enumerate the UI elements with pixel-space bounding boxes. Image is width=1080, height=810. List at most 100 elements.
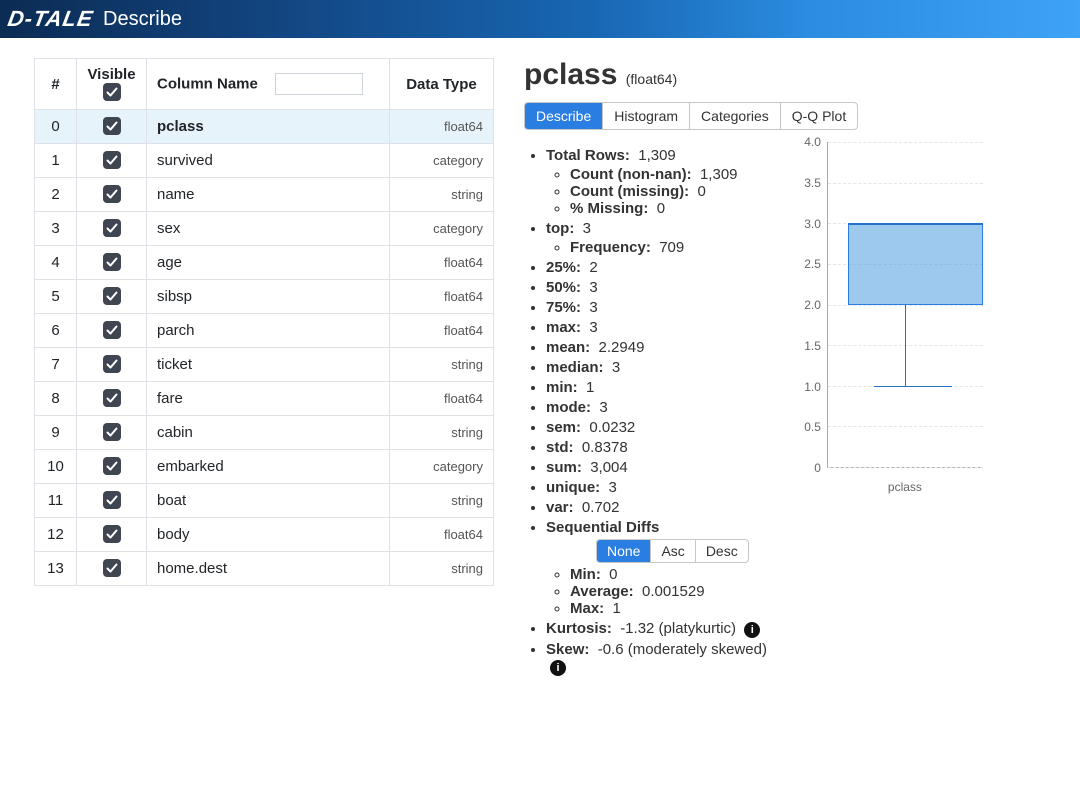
row-dtype: float64 bbox=[390, 382, 494, 416]
ytick-label: 0.5 bbox=[793, 420, 821, 434]
toggle-all-visible[interactable] bbox=[103, 83, 121, 101]
visible-checkbox[interactable] bbox=[103, 525, 121, 543]
row-colname: ticket bbox=[147, 348, 390, 382]
row-dtype: category bbox=[390, 450, 494, 484]
column-row[interactable]: 6 parchfloat64 bbox=[35, 314, 494, 348]
seq-sort-none[interactable]: None bbox=[597, 540, 651, 562]
th-visible: Visible bbox=[77, 59, 147, 110]
row-dtype: float64 bbox=[390, 314, 494, 348]
ytick-label: 2.0 bbox=[793, 298, 821, 312]
columns-table: # Visible Column Name Data Type 0pclassf… bbox=[34, 58, 494, 586]
column-row[interactable]: 5 sibspfloat64 bbox=[35, 280, 494, 314]
row-dtype: string bbox=[390, 552, 494, 586]
row-index: 0 bbox=[35, 110, 77, 144]
row-index: 6 bbox=[35, 314, 77, 348]
row-index: 11 bbox=[35, 484, 77, 518]
row-index: 10 bbox=[35, 450, 77, 484]
visible-checkbox[interactable] bbox=[103, 355, 121, 373]
row-dtype: string bbox=[390, 484, 494, 518]
row-index: 8 bbox=[35, 382, 77, 416]
th-dtype: Data Type bbox=[390, 59, 494, 110]
visible-checkbox[interactable] bbox=[103, 219, 121, 237]
row-colname: age bbox=[147, 246, 390, 280]
app-header: D-TALE Describe bbox=[0, 0, 1080, 38]
row-colname: parch bbox=[147, 314, 390, 348]
column-row[interactable]: 9 cabinstring bbox=[35, 416, 494, 450]
seq-sort-desc[interactable]: Desc bbox=[696, 540, 748, 562]
ytick-label: 3.5 bbox=[793, 176, 821, 190]
row-colname: sex bbox=[147, 212, 390, 246]
row-colname: boat bbox=[147, 484, 390, 518]
info-icon[interactable]: i bbox=[550, 660, 566, 676]
visible-checkbox[interactable] bbox=[103, 117, 121, 135]
row-index: 5 bbox=[35, 280, 77, 314]
row-dtype: float64 bbox=[390, 518, 494, 552]
row-dtype: string bbox=[390, 348, 494, 382]
visible-checkbox[interactable] bbox=[103, 253, 121, 271]
row-index: 2 bbox=[35, 178, 77, 212]
column-row[interactable]: 7 ticketstring bbox=[35, 348, 494, 382]
tab-describe[interactable]: Describe bbox=[525, 103, 603, 129]
column-row[interactable]: 0pclassfloat64 bbox=[35, 110, 494, 144]
ytick-label: 3.0 bbox=[793, 217, 821, 231]
row-dtype: category bbox=[390, 212, 494, 246]
visible-checkbox[interactable] bbox=[103, 185, 121, 203]
row-colname: sibsp bbox=[147, 280, 390, 314]
row-colname: name bbox=[147, 178, 390, 212]
row-colname: body bbox=[147, 518, 390, 552]
tab-categories[interactable]: Categories bbox=[690, 103, 781, 129]
visible-checkbox[interactable] bbox=[103, 287, 121, 305]
column-row[interactable]: 4 agefloat64 bbox=[35, 246, 494, 280]
seq-sort-buttons: NoneAscDesc bbox=[596, 539, 749, 563]
boxplot-chart: pclass 00.51.01.52.02.53.03.54.0 bbox=[793, 138, 983, 498]
row-colname: home.dest bbox=[147, 552, 390, 586]
ytick-label: 4.0 bbox=[793, 135, 821, 149]
visible-checkbox[interactable] bbox=[103, 151, 121, 169]
info-icon[interactable]: i bbox=[744, 622, 760, 638]
row-dtype: float64 bbox=[390, 246, 494, 280]
column-row[interactable]: 8 farefloat64 bbox=[35, 382, 494, 416]
row-colname: fare bbox=[147, 382, 390, 416]
row-colname: cabin bbox=[147, 416, 390, 450]
row-index: 7 bbox=[35, 348, 77, 382]
visible-checkbox[interactable] bbox=[103, 423, 121, 441]
th-colname: Column Name bbox=[147, 59, 390, 110]
visible-checkbox[interactable] bbox=[103, 321, 121, 339]
selected-column-title: pclass (float64) bbox=[524, 58, 1046, 92]
ytick-label: 1.0 bbox=[793, 380, 821, 394]
seq-sort-asc[interactable]: Asc bbox=[651, 540, 695, 562]
chart-xlabel: pclass bbox=[827, 480, 983, 494]
column-filter-input[interactable] bbox=[275, 73, 363, 95]
row-colname: survived bbox=[147, 144, 390, 178]
column-row[interactable]: 2namestring bbox=[35, 178, 494, 212]
column-row[interactable]: 12 bodyfloat64 bbox=[35, 518, 494, 552]
tab-histogram[interactable]: Histogram bbox=[603, 103, 690, 129]
column-row[interactable]: 1survivedcategory bbox=[35, 144, 494, 178]
row-colname: embarked bbox=[147, 450, 390, 484]
visible-checkbox[interactable] bbox=[103, 491, 121, 509]
row-index: 12 bbox=[35, 518, 77, 552]
stats-list: Total Rows: 1,309 Count (non-nan): 1,309… bbox=[524, 144, 767, 679]
ytick-label: 1.5 bbox=[793, 339, 821, 353]
row-index: 3 bbox=[35, 212, 77, 246]
row-dtype: string bbox=[390, 416, 494, 450]
detail-tabs: DescribeHistogramCategoriesQ-Q Plot bbox=[524, 102, 858, 130]
column-row[interactable]: 11 boatstring bbox=[35, 484, 494, 518]
column-row[interactable]: 13 home.deststring bbox=[35, 552, 494, 586]
page-title: Describe bbox=[103, 8, 182, 31]
visible-checkbox[interactable] bbox=[103, 559, 121, 577]
ytick-label: 2.5 bbox=[793, 257, 821, 271]
row-dtype: float64 bbox=[390, 280, 494, 314]
visible-checkbox[interactable] bbox=[103, 457, 121, 475]
column-row[interactable]: 3 sexcategory bbox=[35, 212, 494, 246]
th-index: # bbox=[35, 59, 77, 110]
row-index: 13 bbox=[35, 552, 77, 586]
row-dtype: category bbox=[390, 144, 494, 178]
app-logo: D-TALE bbox=[6, 6, 96, 32]
row-dtype: float64 bbox=[390, 110, 494, 144]
column-row[interactable]: 10 embarkedcategory bbox=[35, 450, 494, 484]
visible-checkbox[interactable] bbox=[103, 389, 121, 407]
row-index: 4 bbox=[35, 246, 77, 280]
row-index: 9 bbox=[35, 416, 77, 450]
tab-q-q-plot[interactable]: Q-Q Plot bbox=[781, 103, 857, 129]
